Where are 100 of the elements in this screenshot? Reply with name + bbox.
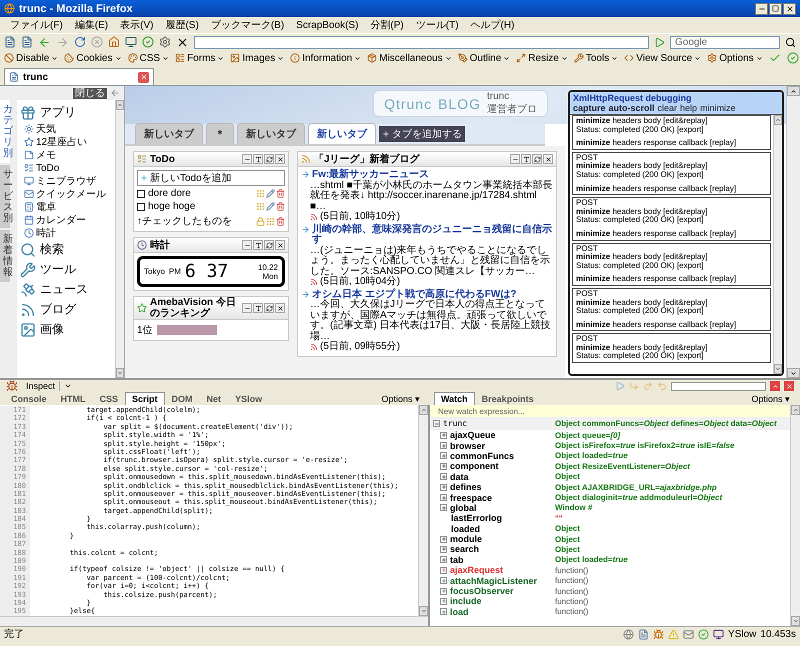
expander[interactable]: [440, 577, 447, 584]
toolbar-menu[interactable]: Disable: [4, 52, 58, 64]
panel-link[interactable]: capture: [573, 103, 606, 113]
expander[interactable]: [440, 598, 447, 605]
close-button[interactable]: [543, 154, 553, 164]
sidebar-item[interactable]: 天気: [20, 123, 115, 135]
options-button[interactable]: Options ▾: [375, 392, 426, 405]
expander[interactable]: [440, 536, 447, 543]
expander[interactable]: [440, 473, 447, 480]
sidebar-item[interactable]: 画像: [20, 320, 115, 339]
panel-tab[interactable]: Script: [125, 392, 165, 405]
expander[interactable]: [440, 566, 447, 574]
sidebar-item[interactable]: ツール: [20, 260, 115, 279]
title-button[interactable]: [521, 154, 531, 164]
toolbar-menu[interactable]: Forms: [175, 52, 224, 64]
close-button[interactable]: [275, 240, 285, 250]
menu-item[interactable]: 表示(V): [114, 17, 160, 33]
sidebar-item[interactable]: 電卓: [20, 201, 115, 213]
menu-item[interactable]: ファイル(F): [4, 17, 69, 33]
sidebar-item[interactable]: メモ: [20, 149, 115, 161]
maximize-button[interactable]: [769, 2, 782, 14]
expander[interactable]: [433, 420, 440, 427]
sidebar-item[interactable]: 検索: [20, 240, 115, 259]
panel-tab[interactable]: Breakpoints: [474, 392, 541, 405]
expander[interactable]: [440, 442, 447, 450]
toolbar-menu[interactable]: Outline: [458, 52, 510, 64]
expander[interactable]: [440, 432, 447, 439]
panel-tab[interactable]: HTML: [54, 392, 93, 405]
inspect-button[interactable]: Inspect: [22, 381, 60, 391]
toolbar-menu[interactable]: Resize: [516, 52, 568, 64]
sidebar-item[interactable]: アプリ: [20, 103, 115, 122]
horizontal-scrollbar[interactable]: [0, 616, 428, 626]
expander[interactable]: [440, 484, 447, 491]
expander[interactable]: [440, 462, 447, 470]
expander[interactable]: [440, 608, 447, 616]
menu-item[interactable]: ツール(T): [410, 17, 465, 33]
expander[interactable]: [440, 504, 447, 512]
close-button[interactable]: [783, 2, 796, 14]
entry-link[interactable]: オシム日本 エジプト戦で高原に代わるFWは?: [301, 290, 553, 300]
menu-item[interactable]: ヘルプ(H): [464, 17, 520, 33]
sidebar-item[interactable]: カレンダー: [20, 214, 115, 226]
url-field[interactable]: [194, 36, 649, 48]
add-todo-field[interactable]: 新しいTodoを追加: [137, 170, 285, 186]
browser-tab[interactable]: trunc: [4, 68, 154, 85]
refresh-button[interactable]: [264, 303, 274, 313]
entry-link[interactable]: 川崎の幹部、意味深発言のジュニーニョ残留に自信示す: [301, 224, 553, 246]
sidebar-item[interactable]: ミニブラウザ: [20, 175, 115, 187]
sidebar-item[interactable]: クイックメール: [20, 188, 115, 200]
panel-tab[interactable]: DOM: [164, 392, 200, 405]
expander[interactable]: [440, 546, 447, 553]
sidebar-item[interactable]: 12星座占い: [20, 136, 115, 148]
title-button[interactable]: [253, 240, 263, 250]
search-field[interactable]: [671, 382, 766, 390]
detach-button[interactable]: [770, 381, 780, 391]
refresh-button[interactable]: [532, 154, 542, 164]
menu-item[interactable]: ScrapBook(S): [290, 18, 364, 32]
menu-item[interactable]: 分割(P): [364, 17, 410, 33]
sidebar-item[interactable]: ブログ: [20, 300, 115, 319]
toolbar-menu[interactable]: Images: [230, 52, 284, 64]
expander[interactable]: [440, 452, 447, 460]
menu-item[interactable]: 履歴(S): [159, 17, 205, 33]
panel-link[interactable]: help: [680, 103, 698, 113]
sidebar-item[interactable]: ニュース: [20, 280, 115, 299]
menu-item[interactable]: ブックマーク(B): [204, 17, 290, 33]
close-button[interactable]: [275, 154, 285, 164]
entry-link[interactable]: Fw:最新サッカーニュース: [301, 170, 553, 180]
toolbar-menu[interactable]: Information: [290, 52, 362, 64]
minimize-button[interactable]: [755, 2, 768, 14]
panel-tab[interactable]: Console: [4, 392, 54, 405]
close-tab-button[interactable]: [138, 72, 149, 82]
refresh-button[interactable]: [264, 240, 274, 250]
search-field[interactable]: Google: [670, 36, 780, 48]
page-tab[interactable]: 新しいタブ: [237, 123, 305, 144]
watch-expression-field[interactable]: New watch expression...: [430, 405, 790, 417]
add-tab-button[interactable]: タブを追加する: [379, 126, 465, 142]
panel-link[interactable]: minimize: [700, 103, 736, 113]
panel-link[interactable]: clear: [658, 103, 678, 113]
sidebar-item[interactable]: ToDo: [20, 162, 115, 174]
toolbar-menu[interactable]: Cookies: [64, 52, 122, 64]
page-tab[interactable]: 新しいタブ: [308, 123, 376, 144]
toolbar-menu[interactable]: View Source: [624, 52, 702, 64]
panel-tab[interactable]: YSlow: [228, 392, 270, 405]
title-button[interactable]: [253, 303, 263, 313]
page-tab[interactable]: 新しいタブ: [135, 123, 203, 144]
checkbox[interactable]: [137, 202, 145, 210]
refresh-button[interactable]: [264, 154, 274, 164]
options-button[interactable]: Options ▾: [745, 392, 796, 405]
sidebar-item[interactable]: 時計: [20, 227, 115, 239]
title-button[interactable]: [253, 154, 263, 164]
close-button[interactable]: [275, 303, 285, 313]
panel-link[interactable]: auto-scroll: [608, 103, 655, 113]
panel-tab[interactable]: Watch: [434, 392, 475, 405]
expander[interactable]: [440, 588, 447, 595]
close-button[interactable]: 閉じる: [73, 88, 107, 98]
toolbar-menu[interactable]: Options: [707, 52, 763, 64]
toolbar-menu[interactable]: Miscellaneous: [367, 52, 452, 64]
toolbar-menu[interactable]: Tools: [574, 52, 618, 64]
panel-tab[interactable]: Net: [200, 392, 228, 405]
page-tab[interactable]: ＊: [206, 123, 234, 144]
checkbox[interactable]: [137, 190, 145, 198]
